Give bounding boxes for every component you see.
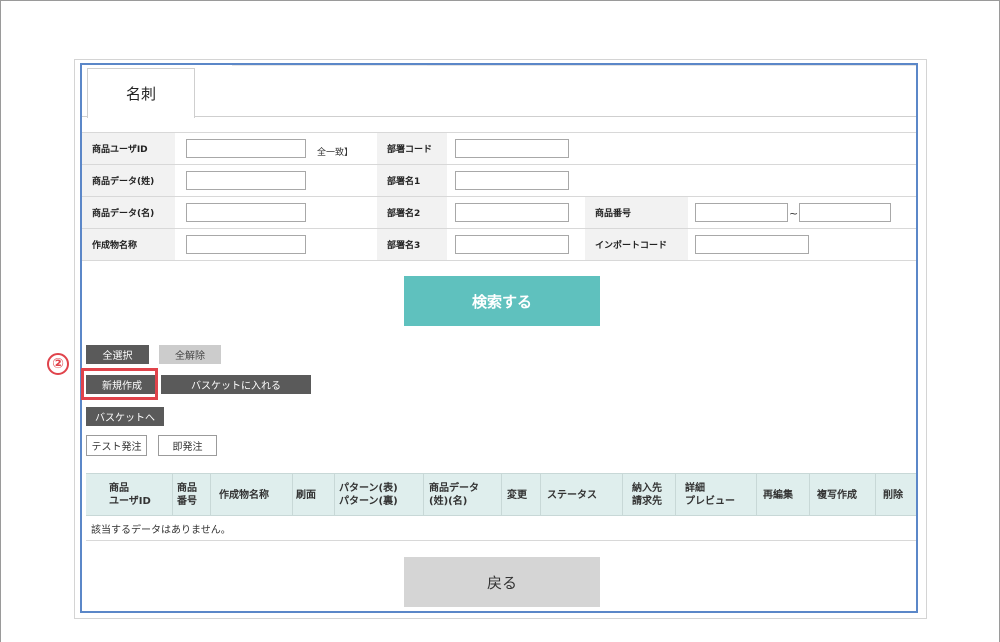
back-button[interactable]: 戻る bbox=[404, 557, 600, 607]
col-user-id: 商品 ユーザID bbox=[109, 483, 151, 507]
tab-meishi[interactable]: 名刺 bbox=[87, 68, 195, 118]
import-code-input[interactable] bbox=[695, 235, 809, 254]
blank-area bbox=[102, 261, 257, 339]
column-divider bbox=[172, 474, 173, 516]
step-marker: ② bbox=[47, 353, 69, 375]
data-mei-input[interactable] bbox=[186, 203, 306, 222]
search-button[interactable]: 検索する bbox=[404, 276, 600, 326]
dept-code-label: 部署コード bbox=[377, 133, 447, 164]
tab-label: 名刺 bbox=[125, 85, 156, 103]
data-sei-label: 商品データ(姓) bbox=[82, 165, 175, 196]
column-divider bbox=[622, 474, 623, 516]
col-delivery: 納入先 請求先 bbox=[632, 483, 662, 507]
deselect-all-button[interactable]: 全解除 bbox=[159, 345, 221, 364]
search-form: 商品ユーザID 全一致】 部署コード 商品データ(姓) 部署名1 商品データ(名… bbox=[82, 132, 916, 261]
column-divider bbox=[501, 474, 502, 516]
range-separator: ~ bbox=[789, 207, 799, 220]
col-product-data: 商品データ (姓)(名) bbox=[429, 483, 479, 507]
import-code-label: インポートコード bbox=[585, 229, 688, 260]
column-divider bbox=[809, 474, 810, 516]
column-divider bbox=[334, 474, 335, 516]
col-product-name: 作成物名称 bbox=[219, 489, 269, 501]
product-name-label: 作成物名称 bbox=[82, 229, 175, 260]
dept-code-input[interactable] bbox=[455, 139, 569, 158]
column-divider bbox=[875, 474, 876, 516]
form-row-3: 商品データ(名) 部署名2 商品番号 ~ bbox=[82, 197, 916, 229]
dept1-input[interactable] bbox=[455, 171, 569, 190]
form-row-4: 作成物名称 部署名3 インポートコード bbox=[82, 229, 916, 261]
column-divider bbox=[756, 474, 757, 516]
dept3-label: 部署名3 bbox=[377, 229, 447, 260]
dept3-input[interactable] bbox=[455, 235, 569, 254]
column-divider bbox=[540, 474, 541, 516]
column-divider bbox=[292, 474, 293, 516]
dept2-label: 部署名2 bbox=[377, 197, 447, 228]
dept2-input[interactable] bbox=[455, 203, 569, 222]
match-hint: 全一致】 bbox=[317, 148, 354, 158]
empty-message: 該当するデータはありません。 bbox=[86, 516, 916, 541]
select-all-button[interactable]: 全選択 bbox=[86, 345, 149, 364]
form-row-2: 商品データ(姓) 部署名1 bbox=[82, 165, 916, 197]
column-divider bbox=[210, 474, 211, 516]
product-no-from-input[interactable] bbox=[695, 203, 788, 222]
form-row-1: 商品ユーザID 全一致】 部署コード bbox=[82, 133, 916, 165]
dept1-label: 部署名1 bbox=[377, 165, 447, 196]
tab-bar-line bbox=[427, 65, 916, 66]
product-no-to-input[interactable] bbox=[799, 203, 891, 222]
go-to-basket-button[interactable]: バスケットへ bbox=[86, 407, 164, 426]
column-divider bbox=[423, 474, 424, 516]
product-name-input[interactable] bbox=[186, 235, 306, 254]
highlight-frame bbox=[81, 368, 158, 400]
instant-order-button[interactable]: 即発注 bbox=[158, 435, 217, 456]
main-panel: 名刺 商品ユーザID 全一致】 部署コード 商品データ(姓) 部署名1 商品デー… bbox=[80, 63, 918, 613]
user-id-label: 商品ユーザID bbox=[82, 133, 175, 164]
data-sei-input[interactable] bbox=[186, 171, 306, 190]
product-no-label: 商品番号 bbox=[585, 197, 688, 228]
col-delete: 削除 bbox=[883, 489, 903, 501]
col-pattern: パターン(表) パターン(裏) bbox=[339, 483, 398, 507]
col-copy: 複写作成 bbox=[817, 489, 857, 501]
tab-bar: 名刺 bbox=[82, 65, 916, 118]
user-id-input[interactable] bbox=[186, 139, 306, 158]
col-reedit: 再編集 bbox=[763, 489, 793, 501]
tab-bar-line bbox=[232, 65, 432, 66]
col-status: ステータス bbox=[547, 489, 597, 501]
col-preview: 詳細 プレビュー bbox=[685, 483, 735, 507]
col-print-side: 刷面 bbox=[296, 489, 316, 501]
col-product-no: 商品 番号 bbox=[177, 483, 197, 507]
data-mei-label: 商品データ(名) bbox=[82, 197, 175, 228]
results-table-header: 商品 ユーザID 商品 番号 作成物名称 刷面 パターン(表) パターン(裏) … bbox=[86, 473, 916, 516]
column-divider bbox=[675, 474, 676, 516]
col-change: 変更 bbox=[507, 489, 527, 501]
add-to-basket-button[interactable]: バスケットに入れる bbox=[161, 375, 311, 394]
test-order-button[interactable]: テスト発注 bbox=[86, 435, 147, 456]
